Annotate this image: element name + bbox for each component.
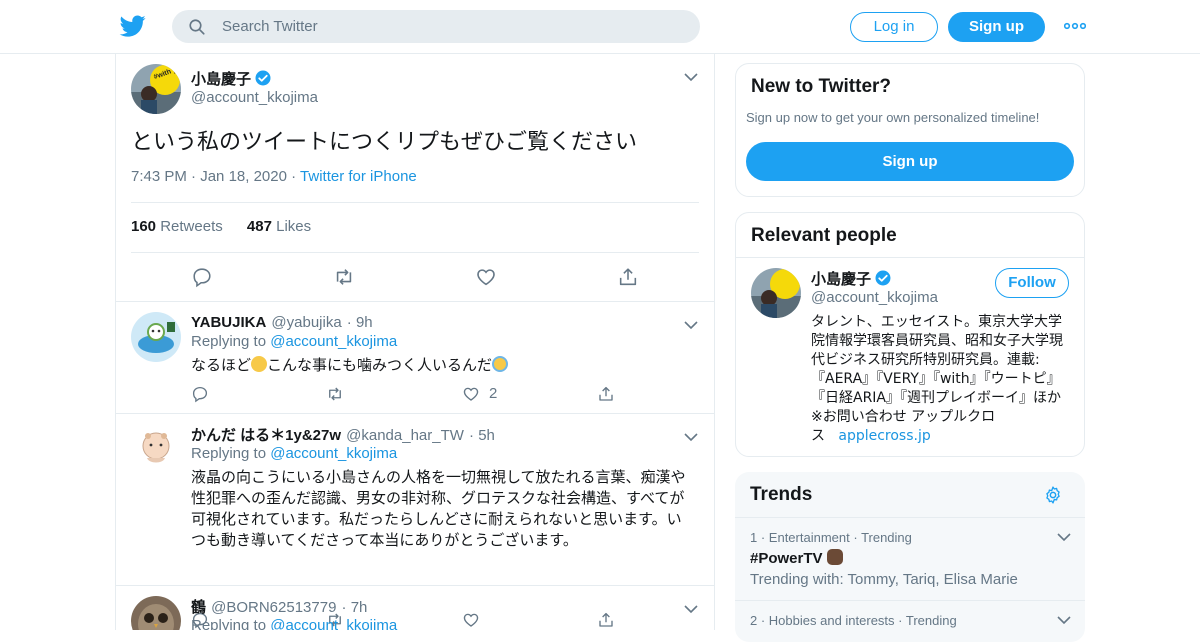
- avatar-image: [751, 268, 801, 318]
- author-handle[interactable]: @account_kkojima: [191, 89, 318, 106]
- bio-link[interactable]: applecross.jp: [838, 428, 930, 444]
- reply-tweet[interactable]: かんだ はる＊1y&27w @kanda_har_TW · 5h Replyin…: [116, 413, 714, 629]
- reply-time[interactable]: 9h: [356, 314, 373, 331]
- reply-author-name[interactable]: 鶴: [191, 599, 206, 616]
- sweat-face-emoji-icon: [492, 356, 509, 372]
- share-icon[interactable]: [617, 266, 639, 288]
- reply-header: 鶴 @BORN62513779 · 7h: [191, 599, 368, 616]
- share-icon[interactable]: [597, 385, 615, 403]
- replying-to-link[interactable]: @account_kkojima: [270, 617, 397, 630]
- likes-stat[interactable]: 487 Likes: [247, 218, 311, 235]
- relevant-people-card: Relevant people 小島慶子 @account_kkojima Fo…: [735, 212, 1085, 457]
- reply-author-handle[interactable]: @yabujika: [271, 314, 341, 331]
- search-box[interactable]: [172, 10, 700, 43]
- replying-to: Replying to @account_kkojima: [191, 333, 398, 350]
- trend-with: Trending with: Tommy, Tariq, Elisa Marie: [750, 571, 1018, 588]
- chevron-down-icon[interactable]: [684, 72, 698, 82]
- chevron-down-icon[interactable]: [1057, 615, 1071, 625]
- reply-text: なるほど こんな事にも噛みつく人いるんだ: [191, 355, 691, 376]
- divider: [131, 202, 699, 203]
- reply-header: かんだ はる＊1y&27w @kanda_har_TW · 5h: [191, 427, 495, 444]
- reply-tweet[interactable]: YABUJIKA @yabujika · 9h Replying to @acc…: [116, 301, 714, 413]
- like-heart-icon[interactable]: [462, 385, 480, 403]
- person-emoji-icon: [826, 549, 843, 565]
- retweet-icon[interactable]: [326, 385, 344, 403]
- trend-meta: 2 · Hobbies and interests · Trending: [750, 613, 957, 628]
- tweet-time[interactable]: 7:43 PM: [131, 168, 187, 185]
- replying-to-link[interactable]: @account_kkojima: [270, 333, 397, 350]
- divider: [736, 257, 1084, 258]
- like-count: 2: [489, 385, 498, 402]
- trends-card: Trends 1 · Entertainment · Trending #Pow…: [735, 472, 1085, 642]
- avatar-image: [131, 596, 181, 630]
- sidebar-signup-button[interactable]: Sign up: [746, 142, 1074, 181]
- tweet-source-link[interactable]: Twitter for iPhone: [300, 168, 417, 185]
- avatar[interactable]: [751, 268, 801, 318]
- tweet-date[interactable]: Jan 18, 2020: [200, 168, 287, 185]
- person-bio: タレント、エッセイスト。東京大学大学院情報学環客員研究員、昭和女子大学現代ビジネ…: [811, 314, 1063, 444]
- trend-hashtag: #PowerTV: [750, 549, 843, 567]
- replying-to: Replying to @account_kkojima: [191, 617, 397, 630]
- card-title: New to Twitter?: [751, 76, 892, 97]
- chevron-down-icon[interactable]: [684, 432, 698, 442]
- reply-header: YABUJIKA @yabujika · 9h: [191, 314, 373, 331]
- twitter-bird-icon[interactable]: [119, 13, 147, 39]
- replying-to: Replying to @account_kkojima: [191, 445, 398, 462]
- reply-icon[interactable]: [191, 385, 209, 403]
- reply-author-name[interactable]: かんだ はる＊1y&27w: [191, 427, 341, 444]
- reply-tweet[interactable]: 鶴 @BORN62513779 · 7h Replying to @accoun…: [116, 585, 714, 630]
- chevron-down-icon[interactable]: [684, 604, 698, 614]
- more-options-icon[interactable]: [1064, 18, 1086, 34]
- reply-time[interactable]: 7h: [351, 599, 368, 616]
- divider: [735, 517, 1085, 518]
- new-to-twitter-card: New to Twitter? Sign up now to get your …: [735, 63, 1085, 197]
- avatar[interactable]: [131, 312, 181, 362]
- avatar-image: [131, 424, 181, 474]
- reply-author-handle[interactable]: @kanda_har_TW: [346, 427, 464, 444]
- avatar-image: [131, 312, 181, 362]
- search-input[interactable]: [222, 10, 682, 43]
- avatar[interactable]: [131, 596, 181, 630]
- tweet-meta: 7:43 PM · Jan 18, 2020 · Twitter for iPh…: [131, 168, 417, 185]
- reply-author-name[interactable]: YABUJIKA: [191, 314, 266, 331]
- follow-button[interactable]: Follow: [995, 268, 1069, 298]
- avatar[interactable]: [131, 424, 181, 474]
- tweet-author-name: 小島慶子: [191, 68, 272, 89]
- verified-badge-icon: [875, 270, 891, 286]
- person-name-text[interactable]: 小島慶子: [811, 271, 871, 288]
- avatar[interactable]: #with yellow: [131, 64, 181, 114]
- tweet-stats: 160 Retweets 487 Likes: [131, 218, 311, 235]
- divider: [735, 600, 1085, 601]
- person-handle[interactable]: @account_kkojima: [811, 289, 938, 306]
- top-navigation-bar: Log in Sign up: [0, 0, 1200, 54]
- tweet-detail-column: #with yellow 小島慶子 @account_kkojima という私の…: [115, 54, 715, 630]
- signup-button[interactable]: Sign up: [948, 12, 1045, 42]
- divider: [131, 252, 699, 253]
- search-icon: [189, 19, 205, 35]
- reply-time[interactable]: 5h: [478, 427, 495, 444]
- replying-to-link[interactable]: @account_kkojima: [270, 445, 397, 462]
- astonished-face-emoji-icon: [251, 356, 268, 372]
- tweet-text: という私のツイートにつくリプもぜひご覧ください: [131, 130, 638, 155]
- like-heart-icon[interactable]: [475, 266, 497, 288]
- trend-meta: 1 · Entertainment · Trending: [750, 530, 912, 545]
- card-title: Trends: [750, 484, 813, 505]
- card-title: Relevant people: [751, 225, 897, 246]
- settings-gear-icon[interactable]: [1043, 485, 1063, 505]
- avatar-image: #with yellow: [131, 64, 181, 114]
- person-name: 小島慶子: [811, 268, 892, 289]
- verified-badge-icon: [255, 70, 271, 86]
- retweet-icon[interactable]: [333, 266, 355, 288]
- chevron-down-icon[interactable]: [1057, 532, 1071, 542]
- author-name[interactable]: 小島慶子: [191, 71, 251, 88]
- reply-icon[interactable]: [191, 266, 213, 288]
- login-button[interactable]: Log in: [850, 12, 938, 42]
- card-subtitle: Sign up now to get your own personalized…: [746, 110, 1040, 125]
- reply-author-handle[interactable]: @BORN62513779: [211, 599, 336, 616]
- reply-text: 液晶の向こうにいる小島さんの人格を一切無視して放たれる言葉、痴漢や性犯罪への歪ん…: [191, 468, 686, 549]
- chevron-down-icon[interactable]: [684, 320, 698, 330]
- retweets-stat[interactable]: 160 Retweets: [131, 218, 223, 235]
